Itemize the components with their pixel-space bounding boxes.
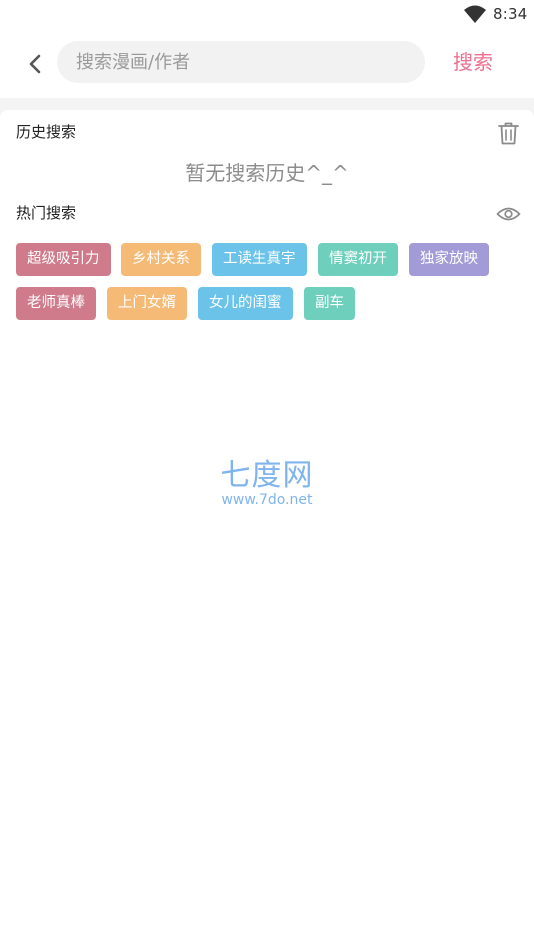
hot-tag[interactable]: 上门女婿 (107, 287, 187, 320)
hot-tag[interactable]: 乡村关系 (121, 243, 201, 276)
search-bar[interactable] (57, 41, 425, 83)
hot-tag[interactable]: 超级吸引力 (16, 243, 111, 276)
hot-tag[interactable]: 老师真棒 (16, 287, 96, 320)
hot-title: 热门搜索 (16, 204, 77, 222)
hot-tag[interactable]: 独家放映 (409, 243, 489, 276)
hot-tag[interactable]: 工读生真宇 (212, 243, 307, 276)
search-header: 搜索 (0, 28, 534, 98)
hot-tag[interactable]: 女儿的闺蜜 (198, 287, 293, 320)
trash-icon[interactable] (497, 121, 520, 146)
history-title: 历史搜索 (16, 123, 77, 141)
search-content: 历史搜索 暂无搜索历史^_^ 热门搜索 超级吸引力 乡村关系 工读生真宇 情窦初… (0, 110, 534, 949)
watermark: 七度网 www.7do.net (0, 450, 534, 508)
watermark-title: 七度网 (220, 458, 314, 493)
search-button[interactable]: 搜索 (445, 48, 501, 76)
eye-icon[interactable] (496, 204, 521, 224)
chevron-left-icon[interactable] (20, 48, 52, 80)
wifi-icon (464, 5, 486, 23)
hot-tag[interactable]: 情窦初开 (318, 243, 398, 276)
status-time: 8:34 (493, 5, 528, 23)
history-empty-text: 暂无搜索历史^_^ (185, 161, 349, 185)
status-bar: 8:34 (0, 0, 534, 28)
hot-tag[interactable]: 副车 (304, 287, 355, 320)
search-input[interactable] (76, 41, 406, 83)
watermark-url: www.7do.net (221, 492, 313, 508)
